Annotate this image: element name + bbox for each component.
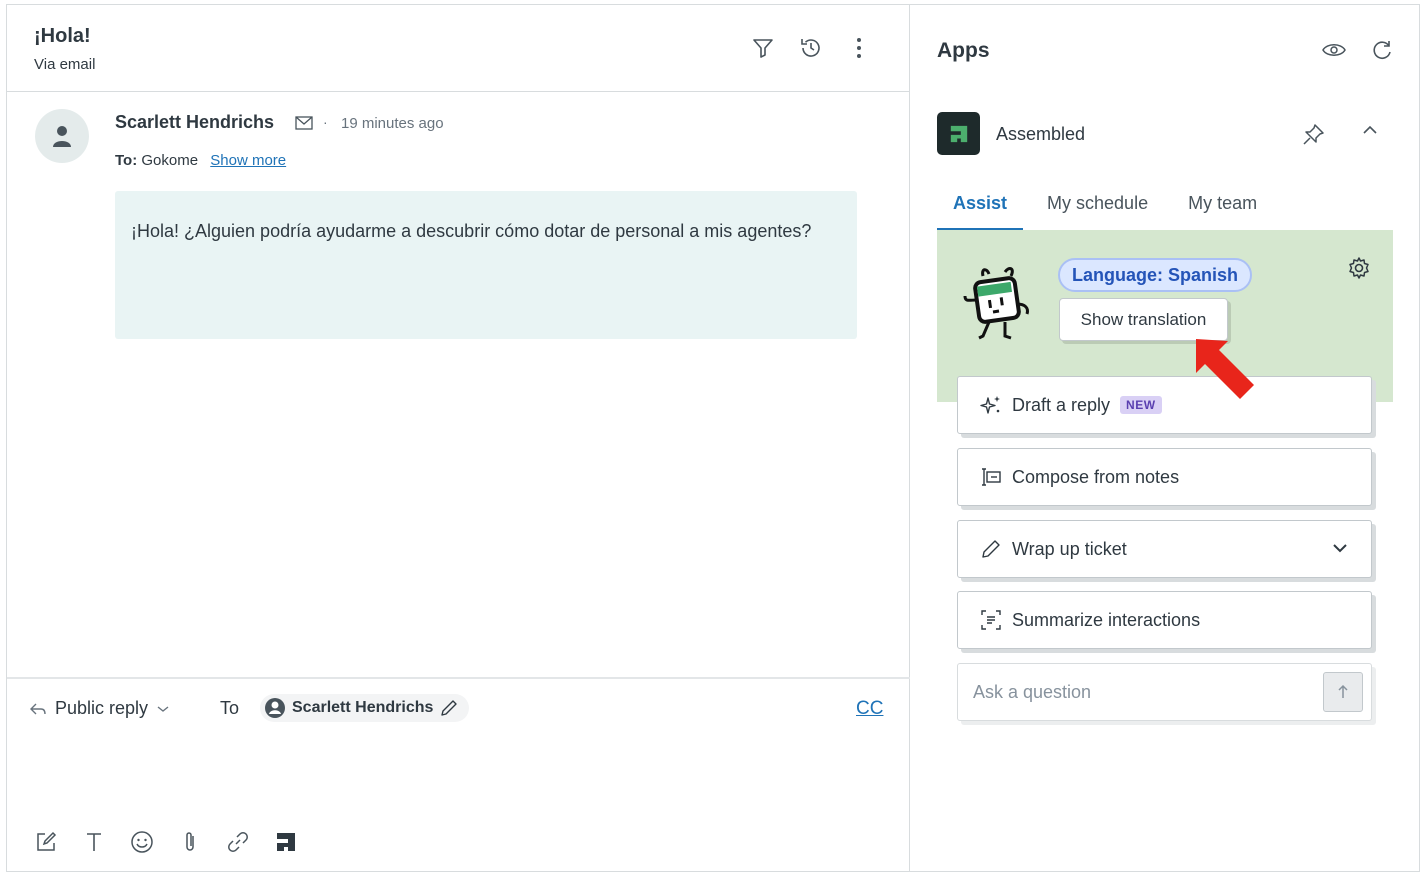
ticket-title: ¡Hola! [34, 25, 91, 47]
app-name: Assembled [996, 124, 1086, 144]
summarize-icon [981, 610, 1001, 630]
compose-from-notes-button[interactable]: Compose from notes [957, 448, 1372, 506]
reply-arrow-icon [30, 703, 46, 714]
reply-type-selector[interactable]: Public reply [29, 698, 170, 719]
gear-icon[interactable] [1347, 256, 1371, 285]
send-button[interactable] [1323, 672, 1363, 712]
ask-question-input[interactable]: Ask a question [957, 663, 1372, 721]
history-icon[interactable] [798, 35, 824, 61]
tab-assist[interactable]: Assist [937, 191, 1024, 231]
more-vertical-icon[interactable] [846, 35, 872, 61]
eye-icon[interactable] [1321, 37, 1347, 63]
app-tabs: Assist My schedule My team [937, 191, 1297, 231]
summarize-interactions-button[interactable]: Summarize interactions [957, 591, 1372, 649]
show-more-link[interactable]: Show more [210, 152, 286, 169]
chevron-down-icon[interactable] [1331, 541, 1349, 555]
tab-my-schedule[interactable]: My schedule [1047, 191, 1148, 231]
apps-title: Apps [937, 39, 990, 62]
wrap-up-label: Wrap up ticket [1012, 538, 1127, 559]
attachment-icon[interactable] [177, 829, 203, 855]
link-icon[interactable] [225, 829, 251, 855]
assembled-logo-icon[interactable] [273, 829, 299, 855]
robot-mascot-icon [961, 266, 1033, 347]
ticket-channel: Via email [34, 56, 96, 73]
recipient-pill[interactable]: Scarlett Hendrichs [260, 694, 470, 722]
message-timestamp: 19 minutes ago [341, 115, 444, 132]
message-body: ¡Hola! ¿Alguien podría ayudarme a descub… [115, 191, 857, 339]
compose-notes-icon [982, 468, 1001, 486]
edit-icon[interactable] [33, 829, 59, 855]
draft-reply-button[interactable]: Draft a reply NEW [957, 376, 1372, 434]
recipient-line: To: Gokome Show more [115, 152, 286, 169]
emoji-icon[interactable] [129, 829, 155, 855]
avatar[interactable] [35, 109, 89, 163]
sender-name[interactable]: Scarlett Hendrichs [115, 112, 274, 133]
ticket-header: ¡Hola! Via email [7, 5, 910, 92]
ask-placeholder: Ask a question [973, 682, 1092, 702]
to-value: Gokome [141, 152, 199, 169]
recipient-name: Scarlett Hendrichs [292, 699, 434, 716]
tab-my-team[interactable]: My team [1188, 191, 1257, 231]
reply-type-label: Public reply [55, 698, 149, 718]
send-arrow-icon [1338, 684, 1348, 698]
new-badge: NEW [1120, 396, 1162, 414]
text-format-icon[interactable] [81, 829, 107, 855]
app-frame: ¡Hola! Via email Scarlett Hendrichs · 19… [6, 4, 1420, 872]
refresh-icon[interactable] [1369, 37, 1395, 63]
user-icon [265, 698, 285, 718]
language-badge: Language: Spanish [1058, 258, 1253, 292]
summarize-label: Summarize interactions [1012, 609, 1201, 630]
assembled-logo [937, 112, 980, 155]
ticket-panel: ¡Hola! Via email Scarlett Hendrichs · 19… [7, 5, 910, 871]
draft-reply-label: Draft a reply [1012, 394, 1111, 415]
reply-to-label: To [220, 698, 240, 718]
to-label: To: [115, 152, 138, 169]
separator-dot: · [323, 114, 328, 130]
composer-toolbar [33, 829, 299, 855]
chevron-up-icon[interactable] [1361, 123, 1379, 141]
compose-label: Compose from notes [1012, 466, 1180, 487]
filter-icon[interactable] [750, 35, 776, 61]
chevron-down-icon [157, 705, 169, 712]
pencil-icon[interactable] [439, 698, 459, 718]
pin-icon[interactable] [1301, 123, 1325, 152]
cc-link[interactable]: CC [856, 698, 883, 720]
wrap-up-ticket-button[interactable]: Wrap up ticket [957, 520, 1372, 578]
mail-icon [295, 116, 313, 135]
pencil-icon [982, 540, 1000, 558]
reply-composer: Public reply To Scarlett Hendrichs CC [7, 677, 910, 871]
sparkle-icon [980, 396, 1000, 414]
red-arrow-annotation [1190, 335, 1260, 408]
user-icon [53, 126, 71, 147]
apps-panel: Apps Assembled Assist My schedule My tea… [911, 5, 1419, 871]
